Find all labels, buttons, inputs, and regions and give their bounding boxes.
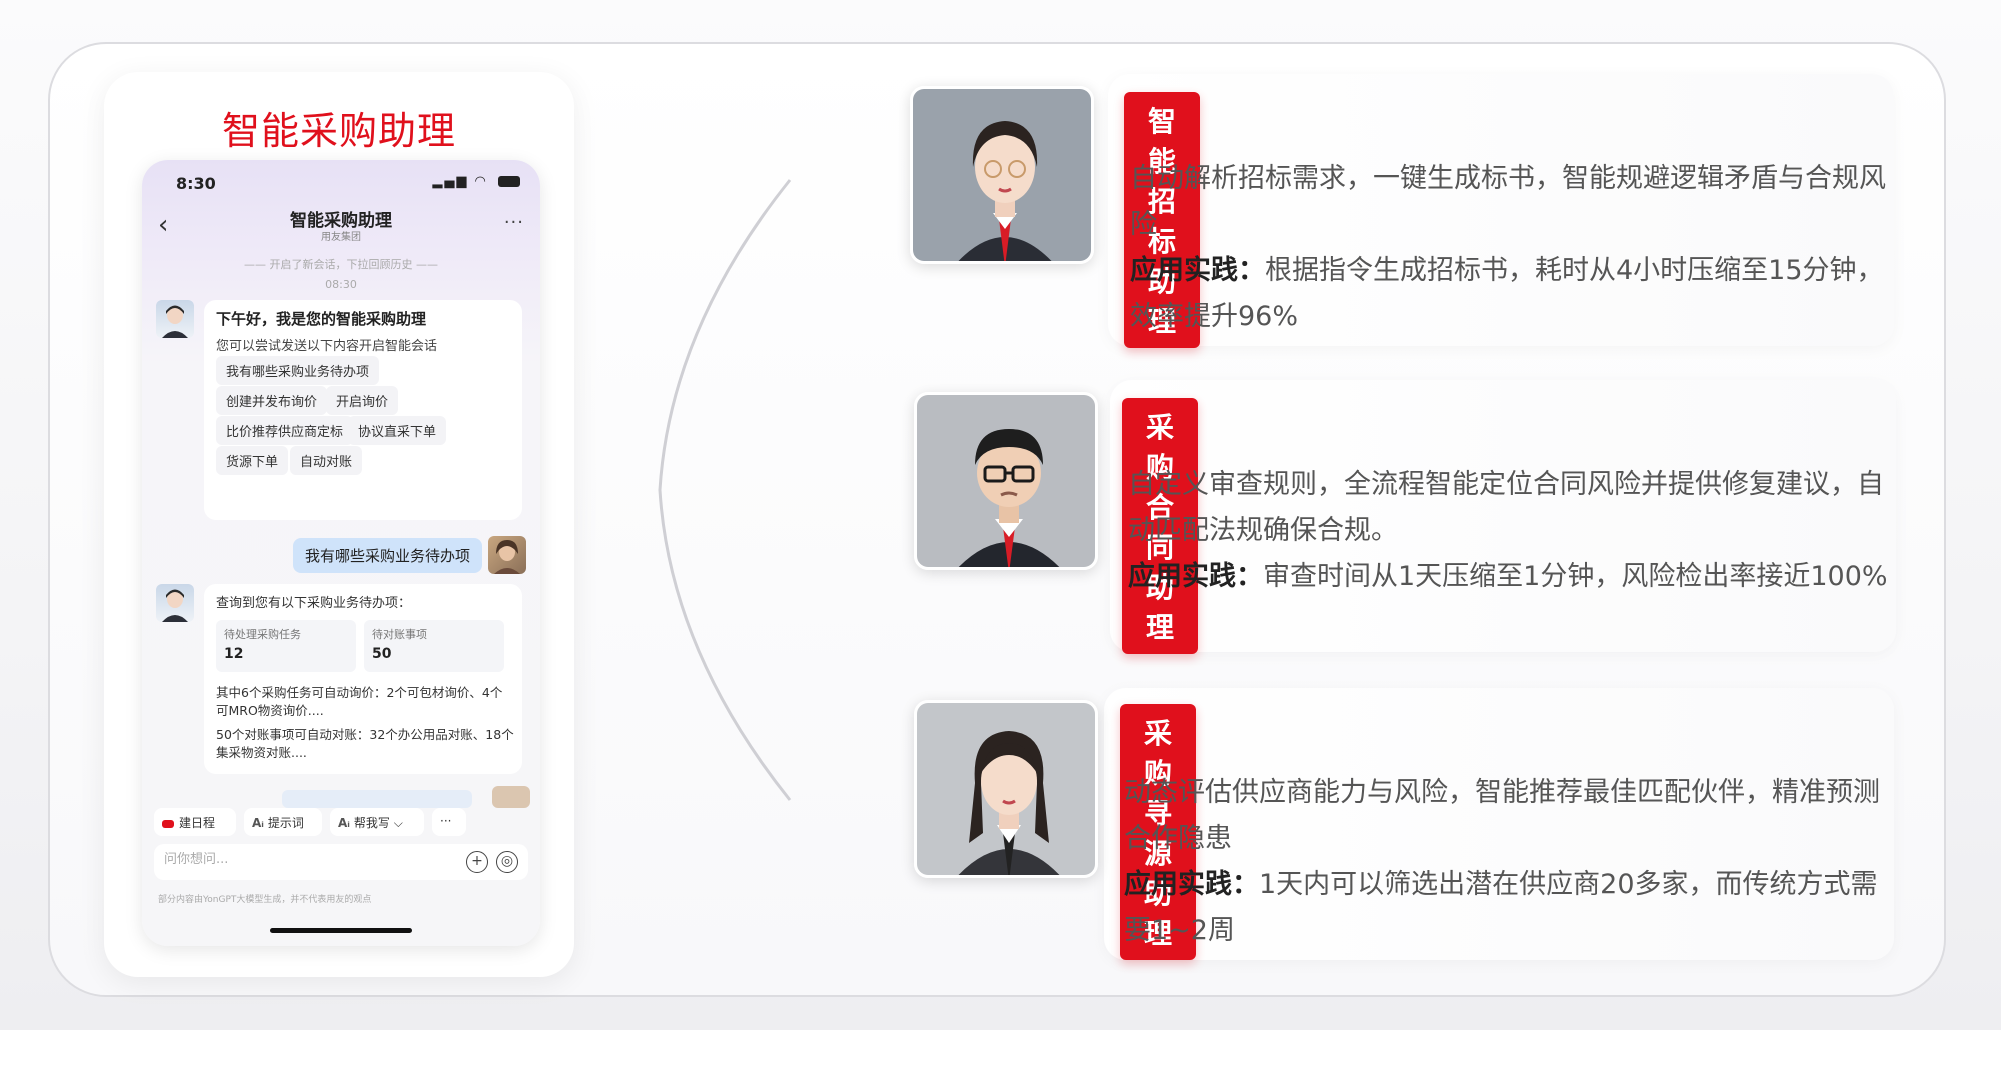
assistant-description: 自定义审查规则，全流程智能定位合同风险并提供修复建议，自动匹配法规确保合规。 xyxy=(1128,469,1884,546)
suggestion-chip[interactable]: 我有哪些采购业务待办项 xyxy=(216,356,380,385)
wifi-icon: ◠ xyxy=(474,174,488,189)
stat-value: 50 xyxy=(372,646,392,662)
assistant-description: 动态评估供应商能力与风险，智能推荐最佳匹配伙伴，精准预测合作隐患 xyxy=(1124,777,1880,854)
user-message: 我有哪些采购业务待办项 xyxy=(292,538,482,573)
home-indicator[interactable] xyxy=(270,928,412,933)
stat-card[interactable]: 待对账事项 50 xyxy=(364,620,504,672)
add-icon[interactable]: + xyxy=(466,851,488,873)
practice-label: 应用实践： xyxy=(1128,561,1263,592)
bot-avatar-icon xyxy=(162,589,188,622)
phone-screen: 8:30 ▂▄▆ ◠ ‹ 智能采购助理 用友集团 ··· —— 开启了新会话，下… xyxy=(142,160,540,946)
chat-subtitle: 用友集团 xyxy=(321,232,361,243)
suggestion-chip[interactable]: 自动对账 xyxy=(290,446,363,475)
response-paragraph: 其中6个采购任务可自动询价：2个可包材询价、4个可MRO物资询价.... xyxy=(216,685,503,718)
suggestion-chip[interactable]: 开启询价 xyxy=(326,386,399,415)
assistant-portrait xyxy=(910,86,1094,264)
ai-icon: Aᵢ xyxy=(252,816,264,830)
greeting-subtext: 您可以尝试发送以下内容开启智能会话 xyxy=(216,339,438,354)
input-bar: + ◎ xyxy=(154,844,528,880)
faded-avatar xyxy=(492,786,530,808)
suggestion-chip[interactable]: 货源下单 xyxy=(216,446,289,475)
stat-card[interactable]: 待处理采购任务 12 xyxy=(216,620,356,672)
phone-toolbar: 建日程 Aᵢ 提示词 Aᵢ 帮我写 ⌵ ··· xyxy=(154,808,534,836)
tools-more-button[interactable]: ··· xyxy=(432,808,466,836)
bot-avatar xyxy=(156,300,194,338)
female-assistant-icon xyxy=(917,703,1095,875)
user-avatar xyxy=(488,536,526,574)
disclaimer: 部分内容由YonGPT大模型生成，并不代表用友的观点 xyxy=(158,895,372,905)
schedule-button[interactable]: 建日程 xyxy=(154,808,236,836)
prompt-button[interactable]: Aᵢ 提示词 xyxy=(244,808,322,836)
response-title: 查询到您有以下采购业务待办项： xyxy=(216,596,412,611)
card-title: 智能采购助理 xyxy=(221,109,456,153)
practice-label: 应用实践： xyxy=(1130,255,1265,286)
female-assistant-icon xyxy=(913,89,1091,261)
battery-icon xyxy=(498,176,520,187)
faded-message xyxy=(282,790,472,808)
message-input[interactable] xyxy=(164,852,434,867)
status-time: 8:30 xyxy=(176,174,216,193)
suggestion-chip[interactable]: 比价推荐供应商定标 xyxy=(216,416,354,445)
suggestion-chip[interactable]: 协议直采下单 xyxy=(348,416,447,445)
assistant-portrait xyxy=(914,392,1098,570)
greeting-text: 下午好，我是您的智能采购助理 xyxy=(216,310,427,328)
ai-icon: Aᵢ xyxy=(338,816,350,830)
status-icons: ▂▄▆ ◠ xyxy=(432,174,520,189)
calendar-icon xyxy=(162,819,174,828)
response-bubble: 查询到您有以下采购业务待办项： 待处理采购任务 12 待对账事项 50 其中6个… xyxy=(204,584,522,774)
arc-connector xyxy=(658,179,792,801)
schedule-label: 建日程 xyxy=(179,816,216,830)
chevron-down-icon: ⌵ xyxy=(389,816,403,830)
stat-label: 待对账事项 xyxy=(372,628,427,641)
greeting-bubble: 下午好，我是您的智能采购助理 您可以尝试发送以下内容开启智能会话 我有哪些采购业… xyxy=(204,300,522,520)
write-button[interactable]: Aᵢ 帮我写 ⌵ xyxy=(330,808,424,836)
phone-card: 智能采购助理 8:30 ▂▄▆ ◠ ‹ 智能采购助理 用友集团 ··· —— 开… xyxy=(104,72,574,977)
history-time: 08:30 xyxy=(325,278,357,291)
practice-text: 审查时间从1天压缩至1分钟，风险检出率接近100% xyxy=(1263,561,1888,592)
practice-label: 应用实践： xyxy=(1124,869,1259,900)
assistant-practice: 应用实践：审查时间从1天压缩至1分钟，风险检出率接近100% xyxy=(1128,554,1888,600)
bot-avatar-icon xyxy=(162,305,188,338)
stat-label: 待处理采购任务 xyxy=(224,628,301,641)
suggestion-chip[interactable]: 创建并发布询价 xyxy=(216,386,328,415)
assistant-practice: 应用实践：1天内可以筛选出潜在供应商20多家，而传统方式需要1~2周 xyxy=(1124,862,1884,954)
history-hint[interactable]: —— 开启了新会话，下拉回顾历史 —— xyxy=(142,256,540,272)
assistant-portrait xyxy=(914,700,1098,878)
bot-avatar xyxy=(156,584,194,622)
voice-icon[interactable]: ◎ xyxy=(496,851,518,873)
write-label: 帮我写 xyxy=(353,816,390,830)
more-icon[interactable]: ··· xyxy=(504,212,524,233)
male-assistant-icon xyxy=(917,395,1095,567)
assistant-description: 自动解析招标需求，一键生成标书，智能规避逻辑矛盾与合规风险 xyxy=(1130,163,1886,240)
response-paragraph: 50个对账事项可自动对账：32个办公用品对账、18个集采物资对账.... xyxy=(216,727,514,760)
prompt-label: 提示词 xyxy=(267,816,304,830)
signal-icon: ▂▄▆ xyxy=(432,174,469,189)
assistant-practice: 应用实践：根据指令生成招标书，耗时从4小时压缩至15分钟，效率提升96% xyxy=(1130,248,1890,340)
stat-value: 12 xyxy=(224,646,244,662)
user-avatar-icon xyxy=(494,540,520,574)
